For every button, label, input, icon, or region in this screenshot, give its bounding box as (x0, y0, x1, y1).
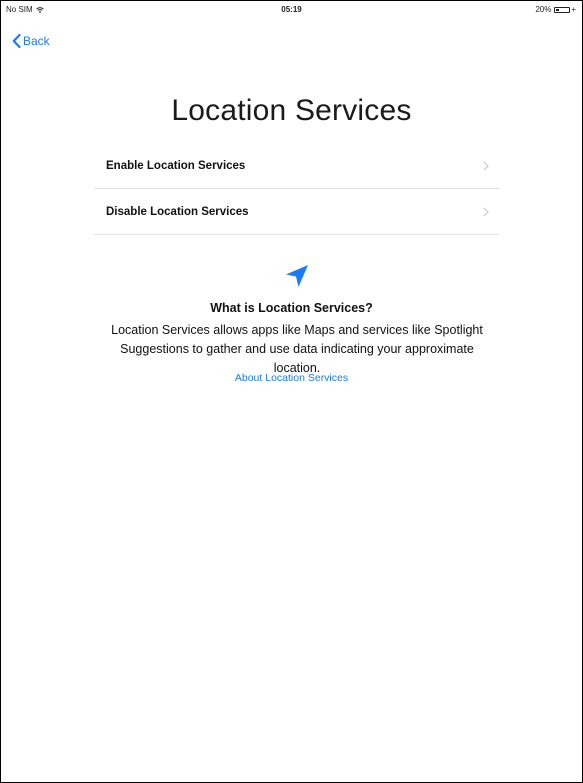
page-title: Location Services (171, 94, 412, 127)
info-title: What is Location Services? (210, 301, 373, 315)
option-label: Disable Location Services (106, 205, 249, 218)
status-bar: No SIM 05:19 20% + (1, 1, 582, 19)
status-time: 05:19 (281, 5, 302, 14)
battery-percent: 20% (535, 5, 552, 14)
status-battery: 20% + (535, 5, 576, 14)
back-label: Back (23, 34, 50, 48)
option-label: Enable Location Services (106, 159, 246, 172)
chevron-left-icon (12, 34, 21, 48)
battery-icon (554, 6, 571, 13)
device-screen: No SIM 05:19 20% + Back Location Service… (0, 0, 583, 783)
info-description: Location Services allows apps like Maps … (111, 323, 483, 375)
chevron-right-icon (483, 207, 489, 216)
back-button[interactable]: Back (12, 34, 50, 48)
disable-location-services-option[interactable]: Disable Location Services (94, 189, 499, 235)
options-list: Enable Location Services Disable Locatio… (94, 143, 499, 235)
chevron-right-icon (483, 161, 489, 170)
charging-icon: + (571, 5, 576, 14)
enable-location-services-option[interactable]: Enable Location Services (94, 143, 499, 189)
location-arrow-icon (286, 265, 308, 287)
about-location-services-link[interactable]: About Location Services (1, 372, 582, 384)
